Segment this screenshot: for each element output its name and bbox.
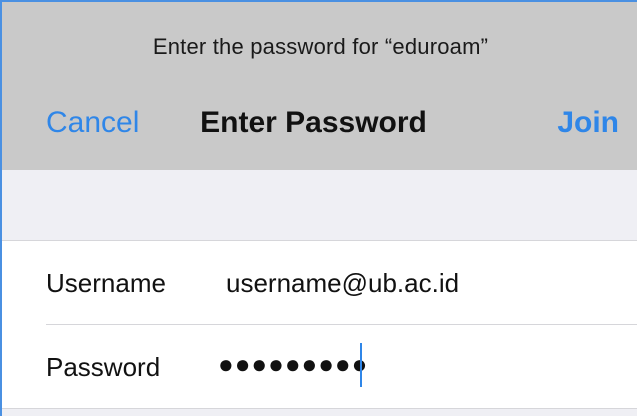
- username-label: Username: [46, 268, 166, 298]
- password-dialog: Enter the password for “eduroam” Cancel …: [0, 0, 637, 416]
- text-cursor: [360, 343, 362, 387]
- section-spacer: [2, 170, 637, 241]
- username-row[interactable]: Username username@ub.ac.id: [2, 241, 637, 324]
- password-row[interactable]: Password ●●●●●●●●●: [2, 325, 637, 408]
- password-label: Password: [46, 352, 161, 382]
- credentials-form: Username username@ub.ac.id Password ●●●●…: [2, 241, 637, 408]
- dialog-title-text: Enter Password: [200, 106, 427, 139]
- username-input[interactable]: username@ub.ac.id: [226, 268, 459, 299]
- cancel-button[interactable]: Cancel: [46, 106, 139, 140]
- password-input[interactable]: ●●●●●●●●●: [218, 349, 368, 380]
- dialog-header: Enter the password for “eduroam” Cancel …: [2, 2, 637, 170]
- join-button[interactable]: Join: [557, 106, 619, 140]
- network-prompt: Enter the password for “eduroam”: [152, 34, 489, 59]
- bottom-spacer: [2, 408, 637, 416]
